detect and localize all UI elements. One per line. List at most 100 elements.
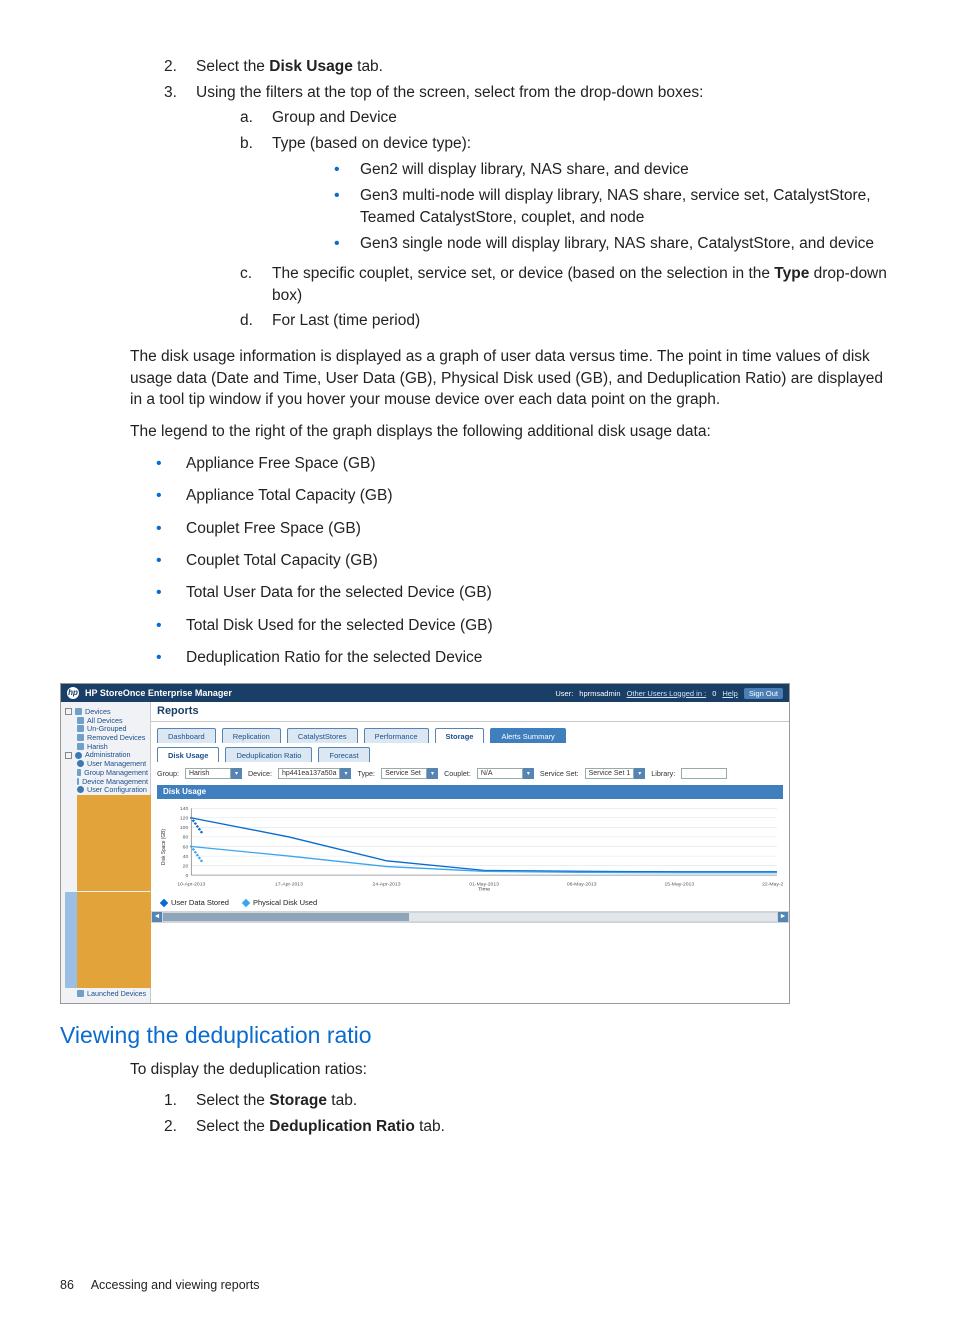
svg-text:22-May-2013: 22-May-2013 — [762, 882, 783, 888]
svg-text:140: 140 — [180, 807, 189, 813]
svg-text:40: 40 — [183, 855, 189, 861]
list-item: Couplet Total Capacity (GB) — [156, 550, 894, 572]
sidebar-item-reports[interactable]: Reports — [65, 892, 148, 988]
svg-text:08-May-2013: 08-May-2013 — [567, 882, 597, 888]
tab-alerts[interactable]: Alerts Summary — [490, 728, 565, 743]
diamond-icon — [242, 899, 250, 907]
subtab-forecast[interactable]: Forecast — [318, 747, 369, 762]
couplet-select[interactable]: N/A▾ — [477, 768, 534, 779]
scroll-right-icon[interactable]: ► — [778, 912, 788, 922]
step-text: Select the Disk Usage tab. — [196, 56, 383, 78]
panel-title: Disk Usage — [157, 785, 783, 799]
chevron-down-icon: ▾ — [427, 768, 438, 779]
device-icon — [77, 778, 79, 785]
sidebar-item-history[interactable]: History Log — [65, 795, 148, 891]
list-item: Deduplication Ratio for the selected Dev… — [156, 647, 894, 669]
tab-catalyst[interactable]: CatalystStores — [287, 728, 358, 743]
sidebar-item-all-devices[interactable]: All Devices — [65, 717, 148, 724]
type-select[interactable]: Service Set▾ — [381, 768, 438, 779]
list-item: Couplet Free Space (GB) — [156, 518, 894, 540]
sidebar: Devices All Devices Un-Grouped Removed D… — [61, 702, 151, 1002]
svg-text:0: 0 — [186, 874, 189, 880]
svg-text:80: 80 — [183, 835, 189, 841]
minus-icon — [65, 752, 72, 759]
subtab-dedup[interactable]: Deduplication Ratio — [225, 747, 312, 762]
step-number: 2. — [164, 56, 182, 78]
screenshot-figure: hp HP StoreOnce Enterprise Manager User:… — [60, 683, 790, 1003]
page-footer: 86 Accessing and viewing reports — [60, 1278, 894, 1292]
scroll-left-icon[interactable]: ◄ — [152, 912, 162, 922]
sidebar-item-launched[interactable]: Launched Devices — [65, 990, 148, 997]
devices-icon — [77, 990, 84, 997]
filter-bar: Group: Harish▾ Device: hp441ea137a50a▾ T… — [151, 762, 789, 785]
legend-list: Appliance Free Space (GB) Appliance Tota… — [156, 453, 894, 670]
other-users-link[interactable]: Other Users Logged in : — [627, 690, 707, 698]
disk-usage-chart: 0 20 40 60 80 100 120 140 Disk Space (GB) 10-Apr-… — [157, 803, 783, 893]
folder-icon — [77, 725, 84, 732]
step-list: 2. Select the Disk Usage tab. 3. Using t… — [164, 56, 894, 336]
tab-storage[interactable]: Storage — [435, 728, 485, 743]
list-item: Appliance Total Capacity (GB) — [156, 485, 894, 507]
signout-button[interactable]: Sign Out — [744, 688, 783, 700]
svg-text:17-Apr-2013: 17-Apr-2013 — [275, 882, 303, 888]
devices-icon — [77, 717, 84, 724]
sidebar-item-devices[interactable]: Devices — [65, 708, 148, 715]
sidebar-item-user-conf[interactable]: User Configuration — [65, 786, 148, 793]
folder-icon — [77, 734, 84, 741]
sidebar-item-group-mgmt[interactable]: Group Management — [65, 769, 148, 776]
paragraph: The legend to the right of the graph dis… — [130, 421, 894, 443]
admin-icon — [75, 752, 82, 759]
sidebar-item-ungrouped[interactable]: Un-Grouped — [65, 725, 148, 732]
chevron-down-icon: ▾ — [523, 768, 534, 779]
page-title: Reports — [151, 702, 789, 722]
list-item: Total User Data for the selected Device … — [156, 582, 894, 604]
secondary-tabs: Disk Usage Deduplication Ratio Forecast — [151, 743, 789, 762]
sidebar-item-harish[interactable]: Harish — [65, 743, 148, 750]
paragraph: To display the deduplication ratios: — [130, 1059, 894, 1081]
list-item: Total Disk Used for the selected Device … — [156, 615, 894, 637]
list-item: Appliance Free Space (GB) — [156, 453, 894, 475]
sidebar-item-admin[interactable]: Administration — [65, 751, 148, 758]
subtab-disk-usage[interactable]: Disk Usage — [157, 747, 219, 762]
service-set-select[interactable]: Service Set 1▾ — [585, 768, 646, 779]
svg-text:Time: Time — [478, 887, 490, 891]
svg-text:10-Apr-2013: 10-Apr-2013 — [177, 882, 205, 888]
library-select[interactable] — [681, 768, 727, 779]
group-icon — [77, 769, 81, 776]
tab-performance[interactable]: Performance — [364, 728, 429, 743]
svg-text:20: 20 — [183, 864, 189, 870]
sidebar-item-removed[interactable]: Removed Devices — [65, 734, 148, 741]
help-link[interactable]: Help — [722, 690, 737, 698]
tab-replication[interactable]: Replication — [222, 728, 281, 743]
svg-text:120: 120 — [180, 816, 189, 822]
sidebar-item-user-mgmt[interactable]: User Management — [65, 760, 148, 767]
app-titlebar: hp HP StoreOnce Enterprise Manager User:… — [61, 684, 789, 702]
diamond-icon — [160, 899, 168, 907]
user-name: hprmsadmin — [579, 690, 620, 698]
horizontal-scrollbar[interactable]: ◄ ► — [151, 911, 789, 923]
chevron-down-icon: ▾ — [340, 768, 351, 779]
hp-logo-icon: hp — [67, 687, 79, 699]
group-select[interactable]: Harish▾ — [185, 768, 242, 779]
step-text: Using the filters at the top of the scre… — [196, 84, 703, 101]
chevron-down-icon: ▾ — [231, 768, 242, 779]
device-select[interactable]: hp441ea137a50a▾ — [278, 768, 352, 779]
svg-text:Disk Space (GB): Disk Space (GB) — [161, 829, 167, 865]
svg-text:24-Apr-2013: 24-Apr-2013 — [373, 882, 401, 888]
svg-text:15-May-2013: 15-May-2013 — [665, 882, 695, 888]
primary-tabs: Dashboard Replication CatalystStores Per… — [151, 722, 789, 743]
tab-dashboard[interactable]: Dashboard — [157, 728, 216, 743]
scrollbar-thumb[interactable] — [163, 913, 409, 921]
chart-legend: User Data Stored Physical Disk Used — [151, 895, 789, 911]
svg-text:60: 60 — [183, 845, 189, 851]
user-icon — [77, 760, 84, 767]
minus-icon — [65, 708, 72, 715]
step-list: 1. Select the Storage tab. 2. Select the… — [164, 1090, 894, 1137]
other-users-count: 0 — [712, 690, 716, 698]
page-number: 86 — [60, 1278, 74, 1292]
svg-text:100: 100 — [180, 826, 189, 832]
chevron-down-icon: ▾ — [634, 768, 645, 779]
user-icon — [77, 786, 84, 793]
sidebar-item-device-mgmt[interactable]: Device Management — [65, 778, 148, 785]
app-title: HP StoreOnce Enterprise Manager — [85, 689, 232, 698]
